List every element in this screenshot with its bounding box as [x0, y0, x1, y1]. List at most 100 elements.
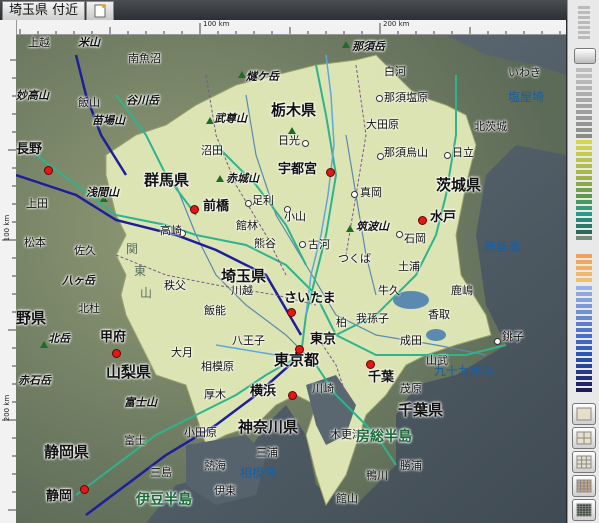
city-label: 小田原: [184, 426, 217, 439]
city-marker: [396, 231, 403, 238]
capital-marker[interactable]: [190, 205, 199, 214]
capital-marker[interactable]: [288, 391, 297, 400]
city-label: 三島: [150, 466, 172, 479]
city-label: 小山: [284, 210, 306, 223]
city-label: 厚木: [204, 388, 226, 401]
city-label: 牛久: [378, 284, 400, 297]
city-label: 鴨川: [366, 469, 388, 482]
city-label: 大田原: [366, 118, 399, 131]
city-label: 那須烏山: [384, 146, 428, 159]
capital-marker[interactable]: [326, 168, 335, 177]
city-label: 日立: [452, 146, 474, 159]
prefecture-label: 栃木県: [271, 101, 317, 119]
mountain-label: 富士山: [124, 396, 157, 409]
city-marker: [302, 140, 309, 147]
mountain-marker: [342, 41, 350, 48]
city-label: 三浦: [256, 446, 278, 459]
zoom-slider-handle[interactable]: [574, 48, 596, 64]
prefecture-label: 山梨県: [106, 363, 152, 381]
city-label: 鹿嶋: [451, 284, 473, 297]
grid-5x5-button[interactable]: [572, 499, 596, 521]
grid-3x3-button[interactable]: [572, 451, 596, 473]
grid-4x4-button[interactable]: [572, 475, 596, 497]
peninsula-label: 伊豆半島: [136, 492, 192, 508]
city-label: 柏: [336, 316, 347, 329]
capital-label: 千葉: [368, 370, 395, 385]
mountain-marker: [40, 341, 48, 348]
capital-marker[interactable]: [80, 485, 89, 494]
mountain-marker: [238, 71, 246, 78]
city-label: 我孫子: [356, 312, 389, 325]
capital-marker[interactable]: [418, 216, 427, 225]
sea-label: 鹿島灘: [484, 240, 521, 254]
city-label: 熱海: [204, 459, 226, 472]
capital-marker[interactable]: [366, 360, 375, 369]
city-label: 川越: [231, 284, 253, 297]
capital-marker[interactable]: [112, 349, 121, 358]
ruler-left-label: 100 km: [3, 214, 12, 242]
city-label: 北杜: [78, 302, 100, 315]
grid-1x1-icon: [576, 407, 592, 421]
window-title[interactable]: 埼玉県 付近: [2, 1, 86, 20]
ruler-left: 100 km 200 km: [0, 20, 17, 523]
sea-label: 相模湾: [240, 466, 277, 480]
mountain-label: 赤石岳: [18, 374, 51, 387]
zoom-level-scale[interactable]: [576, 68, 592, 398]
title-bar: 埼玉県 付近: [0, 0, 599, 21]
city-label: 飯山: [78, 96, 100, 109]
city-label: 銚子: [502, 330, 524, 343]
city-label: 白河: [384, 65, 406, 78]
zoom-track[interactable]: [578, 6, 590, 44]
mountain-marker: [288, 127, 296, 134]
mountain-label: 八ヶ岳: [62, 274, 95, 287]
city-label: 上越: [28, 36, 50, 49]
city-label: 北茨城: [474, 120, 507, 133]
map-canvas[interactable]: 栃木県 群馬県 茨城県 埼玉県 千葉県 東京都 神奈川県 山梨県 野県 静岡県 …: [16, 35, 566, 523]
mountain-label: 武尊山: [214, 112, 247, 125]
city-label: 伊東: [214, 484, 236, 497]
capital-label: 水戸: [430, 210, 457, 225]
city-label: 川崎: [312, 382, 334, 395]
prefecture-label: 千葉県: [398, 401, 444, 419]
city-label: 成田: [400, 334, 422, 347]
mountain-label: 浅間山: [86, 186, 119, 199]
city-label: 上田: [26, 197, 48, 210]
city-marker: [444, 152, 451, 159]
region-label: 東: [134, 264, 147, 278]
capital-marker[interactable]: [44, 166, 53, 175]
mountain-label: 北岳: [48, 332, 70, 345]
capital-label: 宇都宮: [278, 162, 318, 177]
city-label: 館山: [336, 492, 358, 505]
grid-2x2-button[interactable]: [572, 427, 596, 449]
capital-label: 前橋: [203, 199, 230, 214]
capital-label: 東京: [310, 332, 337, 347]
ruler-top: 100 km 200 km: [16, 20, 566, 35]
capital-label: さいたま: [284, 291, 336, 306]
ruler-left-label: 200 km: [3, 394, 12, 422]
city-label: 熊谷: [254, 237, 276, 250]
prefecture-label: 埼玉県: [221, 267, 267, 285]
city-label: 館林: [236, 219, 258, 232]
capital-marker[interactable]: [295, 345, 304, 354]
city-marker: [245, 200, 252, 207]
city-label: つくば: [338, 252, 371, 265]
sea-label: 塩屋埼: [508, 90, 545, 104]
prefecture-label: 神奈川県: [238, 418, 299, 436]
mountain-label: 燧ケ岳: [246, 70, 279, 83]
ruler-top-label: 100 km: [203, 20, 230, 28]
grid-4x4-icon: [576, 479, 592, 493]
page-icon: [94, 4, 106, 18]
capital-marker[interactable]: [287, 308, 296, 317]
city-label: 秩父: [164, 279, 186, 292]
city-label: 香取: [428, 308, 450, 321]
grid-1x1-button[interactable]: [572, 403, 596, 425]
prefecture-label: 野県: [16, 309, 47, 327]
mountain-marker: [206, 117, 214, 124]
city-label: 佐久: [74, 244, 96, 257]
peninsula-label: 房総半島: [356, 429, 412, 445]
new-tab-button[interactable]: [86, 1, 114, 20]
city-label: いわき: [508, 66, 541, 79]
city-label: 大月: [171, 346, 193, 359]
mountain-marker: [216, 175, 224, 182]
city-label: 石岡: [404, 232, 426, 245]
